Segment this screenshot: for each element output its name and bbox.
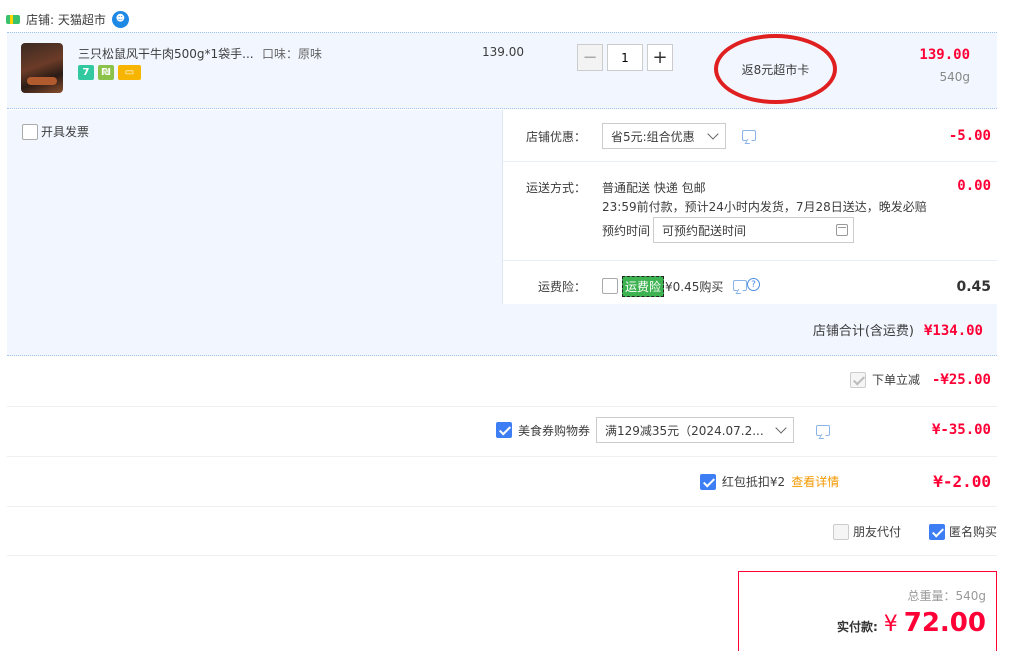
shipping-options-box: 店铺优惠： 省5元:组合优惠 -5.00 运送方式： 普通配送 快递 包邮 23… xyxy=(502,110,997,304)
insurance-tag: 运费险 xyxy=(622,276,665,297)
item-total: 139.00 xyxy=(919,47,970,63)
total-weight: 总重量：540g xyxy=(907,589,986,603)
food-coupon-amount: ¥-35.00 xyxy=(931,422,991,438)
appointment-label: 预约时间 xyxy=(602,224,651,238)
store-discount-amount: -5.00 xyxy=(948,128,991,144)
order-options-panel: 开具发票 店铺优惠： 省5元:组合优惠 -5.00 运送方式： 普通配送 快递 … xyxy=(7,110,997,356)
instant-discount-row: 下单立减 -¥25.00 xyxy=(7,357,997,407)
appointment-time-input[interactable]: 可预约配送时间 xyxy=(653,217,854,243)
divider xyxy=(502,161,997,162)
food-coupon-checkbox[interactable] xyxy=(495,422,512,438)
shop-total-label: 店铺合计(含运费) xyxy=(812,324,914,339)
delivery-method[interactable]: 普通配送 快递 包邮 xyxy=(602,179,706,196)
calendar-icon[interactable] xyxy=(836,224,848,236)
help-icon[interactable]: ? xyxy=(747,278,760,291)
quantity-stepper: − + xyxy=(577,44,673,71)
insurance-price: ¥0.45购买 xyxy=(665,280,724,294)
friend-pay-checkbox xyxy=(832,523,849,540)
tmall-shop-icon xyxy=(6,13,20,25)
product-thumbnail[interactable] xyxy=(21,43,63,93)
shop-header: 店铺: 天猫超市 ☻ xyxy=(6,8,129,30)
message-icon[interactable] xyxy=(733,280,747,291)
chat-seller-icon[interactable]: ☻ xyxy=(111,10,129,28)
red-packet-row: 红包抵扣¥2 查看详情 ¥-2.00 xyxy=(7,457,997,507)
food-coupon-value: 满129减35元（2024.07.2... xyxy=(604,423,764,438)
delivery-detail: 23:59前付款，预计24小时内发货，7月28日送达，晚发必赔 xyxy=(602,200,927,214)
friend-pay-label: 朋友代付 xyxy=(852,525,901,539)
message-icon[interactable] xyxy=(815,424,830,436)
food-coupon-select[interactable]: 满129减35元（2024.07.2... xyxy=(595,417,794,443)
shop-total-amount: ¥134.00 xyxy=(923,323,983,339)
red-packet-checkbox[interactable] xyxy=(699,473,716,490)
order-item-row: 三只松鼠风干牛肉500g*1袋手... 口味：原味 7 ₪ ▭ 139.00 −… xyxy=(7,32,997,109)
seven-day-return-icon[interactable]: 7 xyxy=(78,65,94,80)
currency-symbol: ¥ xyxy=(883,612,898,637)
food-coupon-label: 美食券购物券 xyxy=(517,423,590,438)
invoice-checkbox[interactable] xyxy=(22,123,38,140)
insurance-amount: 0.45 xyxy=(956,279,991,295)
guarantee-icon[interactable]: ₪ xyxy=(98,65,114,80)
unit-price: 139.00 xyxy=(482,45,524,59)
shop-total: 店铺合计(含运费) ¥134.00 xyxy=(813,320,983,339)
red-packet-details-link[interactable]: 查看详情 xyxy=(791,473,839,490)
food-coupon-row: 美食券购物券 满129减35元（2024.07.2... ¥-35.00 xyxy=(7,407,997,457)
anonymous-checkbox[interactable] xyxy=(928,523,945,540)
product-title[interactable]: 三只松鼠风干牛肉500g*1袋手... xyxy=(78,45,268,62)
actual-payment-label: 实付款: xyxy=(836,620,878,634)
payment-summary: 总重量：540g 实付款: ¥ 72.00 xyxy=(738,571,997,651)
quantity-input[interactable] xyxy=(607,44,643,71)
anonymous-label: 匿名购买 xyxy=(948,525,997,539)
red-packet-label: 红包抵扣¥2 xyxy=(721,475,786,489)
pay-options-row: 朋友代付 匿名购买 xyxy=(7,507,997,556)
rebate-text: 返8元超市卡 xyxy=(741,62,810,77)
shop-name[interactable]: 店铺: 天猫超市 xyxy=(26,11,106,28)
chevron-down-icon xyxy=(775,422,787,434)
delivery-amount: 0.00 xyxy=(957,178,991,194)
store-discount-select[interactable]: 省5元:组合优惠 xyxy=(602,123,726,149)
service-badges: 7 ₪ ▭ xyxy=(78,65,141,80)
chevron-down-icon xyxy=(707,128,719,140)
actual-payment: 实付款: ¥ 72.00 xyxy=(837,608,986,638)
product-flavor: 口味：原味 xyxy=(262,47,323,61)
increase-quantity-button[interactable]: + xyxy=(647,44,673,71)
store-discount-label: 店铺优惠： xyxy=(526,130,587,144)
supermarket-card-rebate: 返8元超市卡 xyxy=(714,34,837,104)
appointment-placeholder: 可预约配送时间 xyxy=(662,223,747,238)
invoice-option[interactable]: 开具发票 xyxy=(22,123,89,140)
invoice-label: 开具发票 xyxy=(41,125,90,139)
delivery-label: 运送方式： xyxy=(526,181,587,195)
credit-card-icon[interactable]: ▭ xyxy=(118,65,141,80)
message-icon[interactable] xyxy=(742,130,756,141)
instant-discount-amount: -¥25.00 xyxy=(931,371,991,388)
store-discount-value: 省5元:组合优惠 xyxy=(611,129,695,144)
actual-payment-amount: 72.00 xyxy=(903,608,986,638)
item-weight: 540g xyxy=(939,70,970,84)
insurance-checkbox[interactable] xyxy=(602,278,618,294)
decrease-quantity-button[interactable]: − xyxy=(577,44,603,71)
divider xyxy=(502,110,503,304)
divider xyxy=(502,260,997,261)
instant-discount-label: 下单立减 xyxy=(871,373,920,387)
insurance-label: 运费险： xyxy=(538,280,587,294)
red-packet-amount: ¥-2.00 xyxy=(933,472,991,491)
instant-discount-checkbox xyxy=(849,371,866,388)
